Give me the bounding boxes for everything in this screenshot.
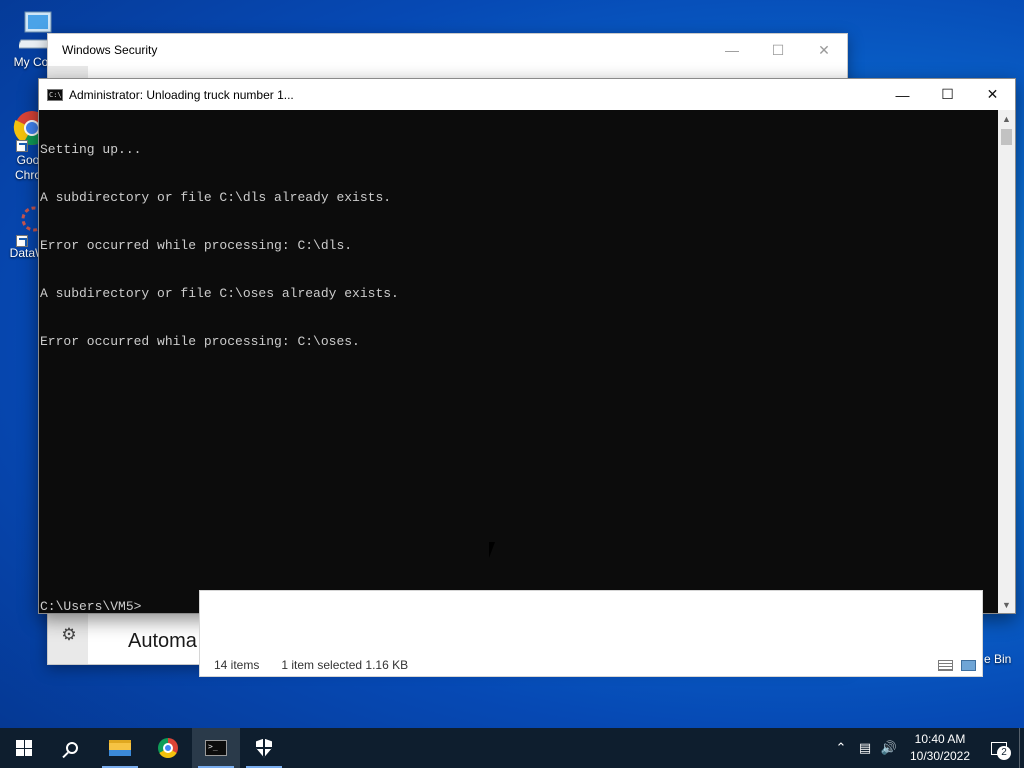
vertical-scrollbar[interactable]: ▲ ▼ <box>998 110 1015 613</box>
close-button[interactable]: ✕ <box>970 79 1015 110</box>
notification-center-button[interactable]: 2 <box>979 728 1019 768</box>
shortcut-arrow-icon <box>16 235 28 247</box>
maximize-button[interactable]: ☐ <box>755 34 801 66</box>
taskbar-command-prompt[interactable]: >_ <box>192 728 240 768</box>
large-icons-view-icon[interactable] <box>961 660 976 671</box>
maximize-button[interactable]: ☐ <box>925 79 970 110</box>
taskbar: >_ ⌃ ▤ 🔊 10:40 AM 10/30/2022 2 <box>0 728 1024 768</box>
volume-icon[interactable]: 🔊 <box>877 728 901 768</box>
item-count: 14 items <box>214 658 260 672</box>
console-line: Error occurred while processing: C:\oses… <box>40 334 360 349</box>
clock-date: 10/30/2022 <box>909 749 971 763</box>
window-title: Administrator: Unloading truck number 1.… <box>69 87 294 102</box>
console-line: Error occurred while processing: C:\dls. <box>40 238 353 253</box>
chevron-up-icon[interactable]: ⌃ <box>829 728 853 768</box>
file-explorer-window[interactable]: 14 items 1 item selected 1.16 KB <box>199 590 983 677</box>
notification-badge: 2 <box>997 746 1011 760</box>
taskbar-file-explorer[interactable] <box>96 728 144 768</box>
search-icon <box>66 742 78 754</box>
scrollbar-thumb[interactable] <box>1001 129 1012 145</box>
console-line: A subdirectory or file C:\oses already e… <box>40 286 399 301</box>
clock-time: 10:40 AM <box>914 732 966 746</box>
minimize-button[interactable]: — <box>709 34 755 66</box>
close-button[interactable]: ✕ <box>801 34 847 66</box>
selection-info: 1 item selected 1.16 KB <box>281 658 409 672</box>
console-line: Setting up... <box>40 142 142 157</box>
scroll-down-arrow-icon[interactable]: ▼ <box>998 596 1015 613</box>
show-desktop-button[interactable] <box>1019 728 1024 768</box>
folder-icon <box>109 740 131 756</box>
search-button[interactable] <box>48 728 96 768</box>
terminal-icon: >_ <box>205 740 227 756</box>
command-prompt-window[interactable]: C:\ Administrator: Unloading truck numbe… <box>38 78 1016 614</box>
cmd-titlebar[interactable]: C:\ Administrator: Unloading truck numbe… <box>39 79 1015 110</box>
recycle-bin-label[interactable]: e Bin <box>984 652 1011 666</box>
scroll-up-arrow-icon[interactable]: ▲ <box>998 110 1015 127</box>
system-tray: ⌃ ▤ 🔊 10:40 AM 10/30/2022 2 <box>829 728 1024 768</box>
console-output[interactable]: Setting up... A subdirectory or file C:\… <box>39 110 998 613</box>
shortcut-arrow-icon <box>16 140 28 152</box>
minimize-button[interactable]: — <box>880 79 925 110</box>
console-prompt[interactable]: C:\Users\VM5> <box>40 599 141 613</box>
taskbar-chrome[interactable] <box>144 728 192 768</box>
windows-security-titlebar[interactable]: Windows Security — ☐ ✕ <box>48 34 847 66</box>
mouse-cursor-icon <box>488 541 501 559</box>
shield-icon <box>256 738 272 758</box>
windows-logo-icon <box>16 740 32 756</box>
start-button[interactable] <box>0 728 48 768</box>
settings-gear-icon[interactable]: ⚙ <box>58 624 80 646</box>
taskbar-windows-security[interactable] <box>240 728 288 768</box>
cmd-app-icon: C:\ <box>47 88 63 101</box>
console-line: A subdirectory or file C:\dls already ex… <box>40 190 392 205</box>
section-heading: Automa <box>128 630 197 652</box>
network-icon[interactable]: ▤ <box>853 728 877 768</box>
explorer-status-bar: 14 items 1 item selected 1.16 KB <box>214 658 408 672</box>
chrome-icon <box>158 738 178 758</box>
window-title: Windows Security <box>62 43 158 57</box>
details-view-icon[interactable] <box>938 660 953 671</box>
clock[interactable]: 10:40 AM 10/30/2022 <box>901 731 979 765</box>
